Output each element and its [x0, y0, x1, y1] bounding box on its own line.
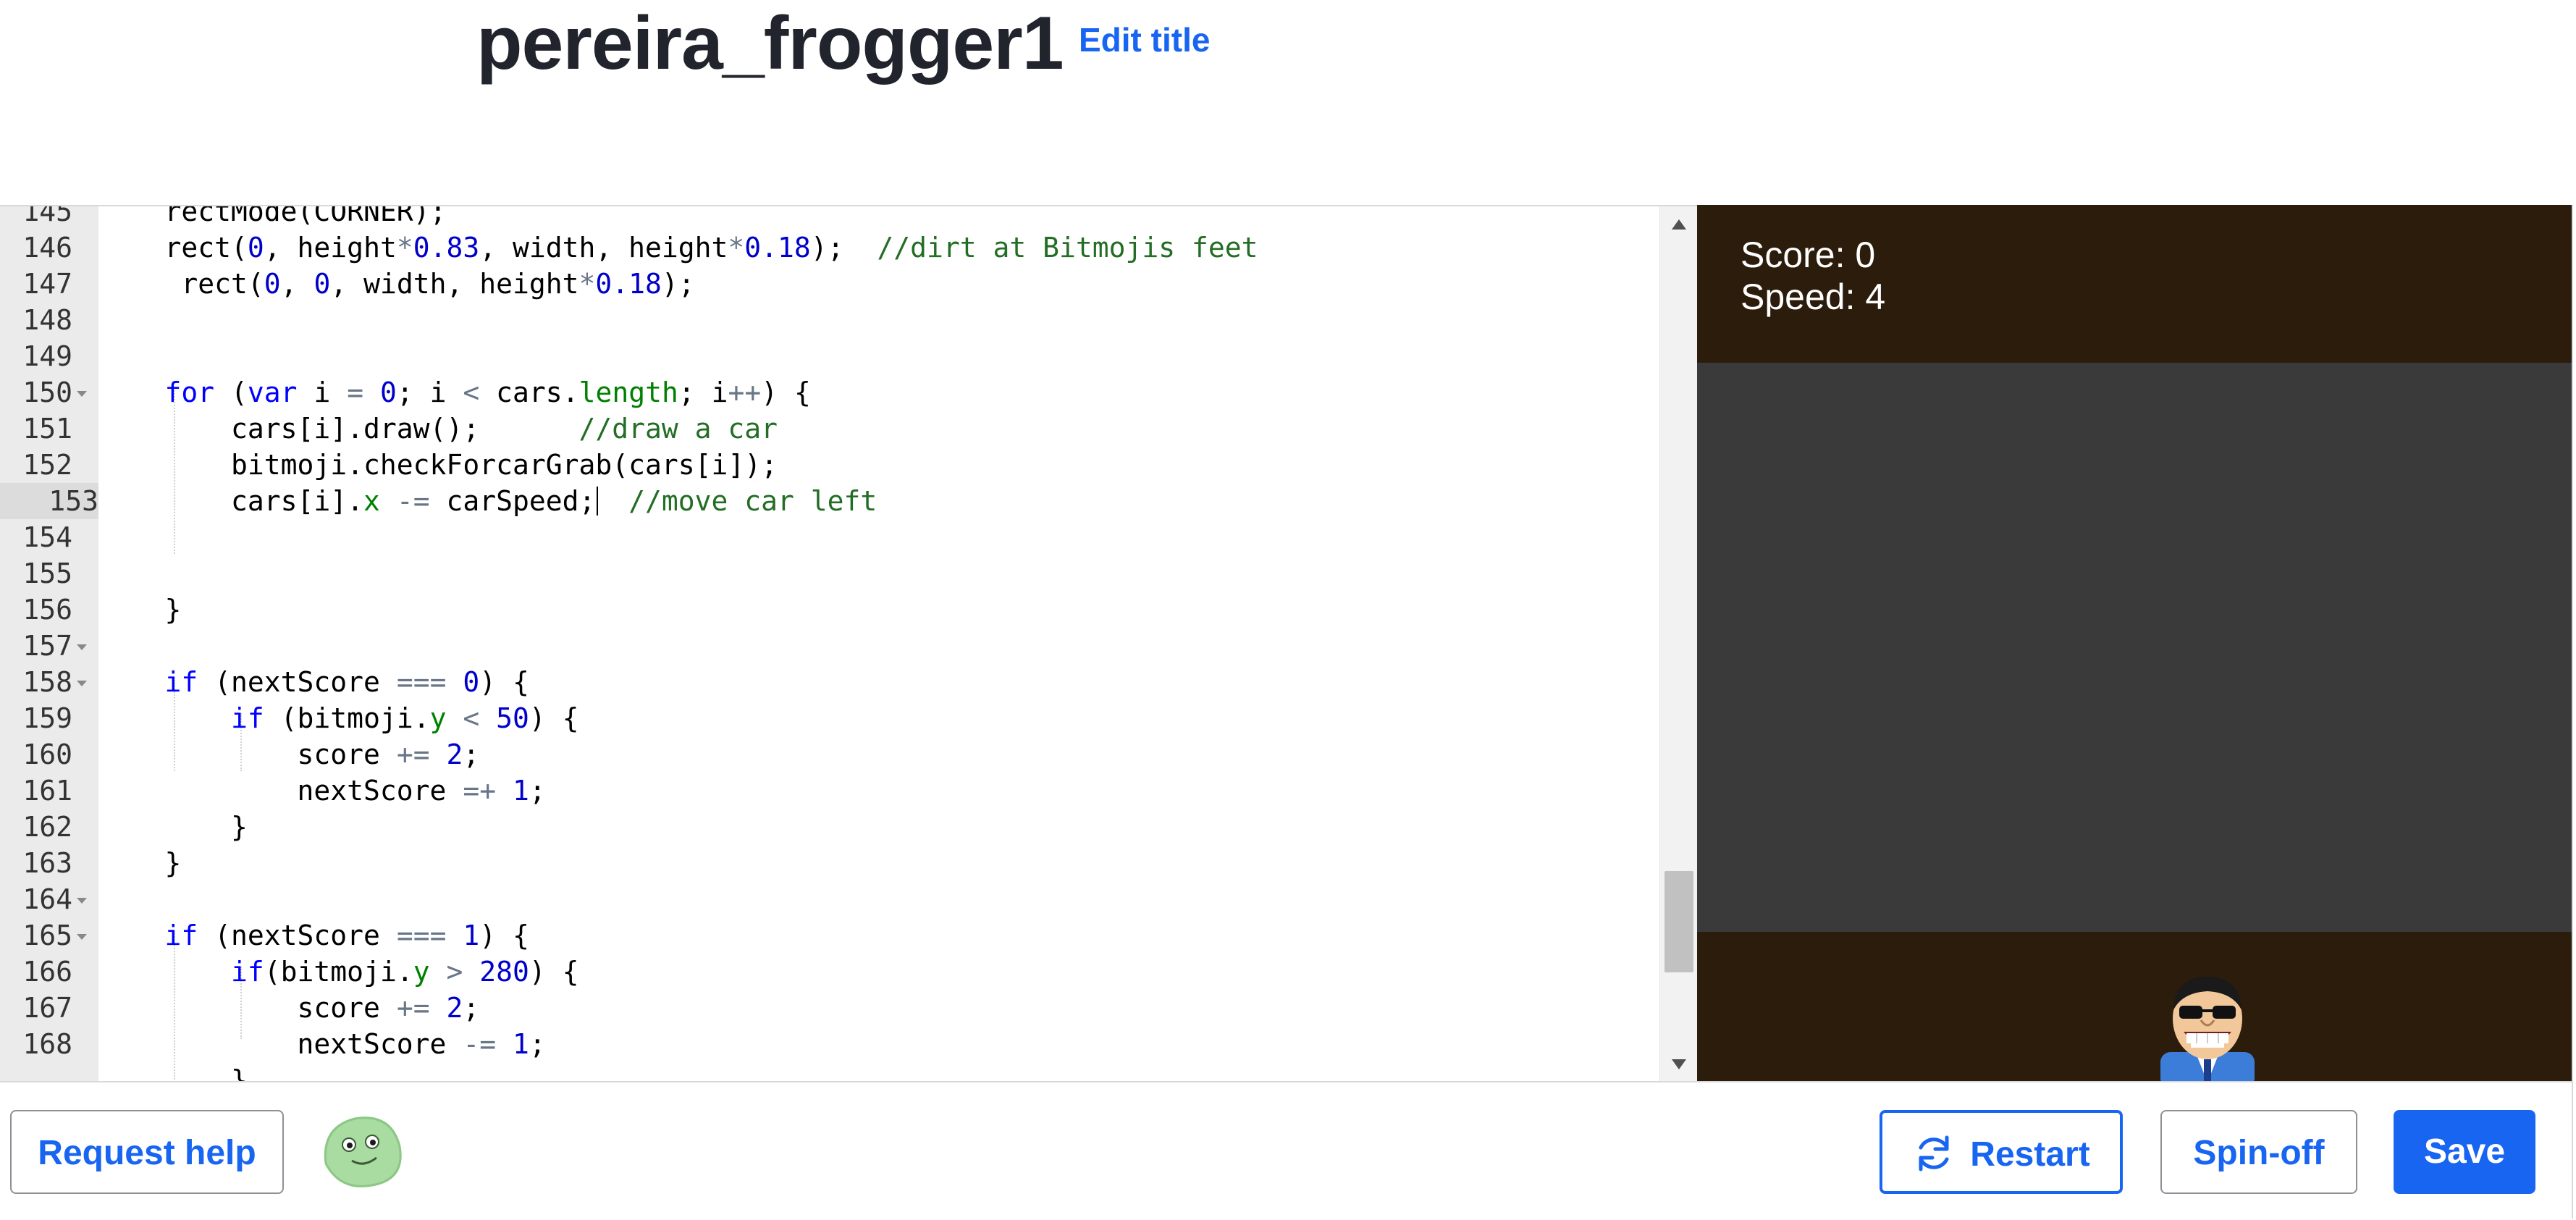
code-line: rectMode(CORNER); — [98, 206, 447, 227]
road-area — [1697, 363, 2572, 932]
code-line: if (nextScore === 1) { — [164, 920, 529, 951]
line-number: 148 — [22, 304, 72, 336]
bitmoji-character-icon — [2160, 977, 2255, 1081]
speed-text: Speed: 4 — [1741, 277, 1886, 317]
line-number: 147 — [22, 268, 72, 300]
code-line: nextScore =+ 1; — [98, 775, 546, 807]
page-title: pereira_frogger1 — [476, 1, 1064, 85]
line-number: 145 — [22, 206, 72, 227]
line-number: 162 — [22, 811, 72, 843]
code-line: score += 2; — [98, 739, 480, 770]
restart-button[interactable]: Restart — [1880, 1110, 2123, 1194]
text-cursor — [597, 487, 598, 516]
fold-toggle-icon[interactable] — [77, 898, 87, 904]
line-number: 167 — [22, 992, 72, 1024]
code-line: if(bitmoji.y > 280) { — [231, 956, 579, 988]
line-number: 166 — [22, 956, 72, 988]
bottom-dirt-strip — [1697, 932, 2572, 1081]
code-line: rect(0, height*0.83, width, height*0.18)… — [98, 232, 1258, 264]
refresh-icon — [1919, 1135, 1949, 1171]
code-line: for (var i = 0; i < cars.length; i++) { — [164, 376, 811, 408]
line-number: 161 — [22, 775, 72, 807]
fold-toggle-icon[interactable] — [77, 644, 87, 650]
scroll-down-icon[interactable] — [1672, 1059, 1686, 1069]
line-number: 159 — [22, 702, 72, 734]
line-number: 158 — [22, 666, 72, 698]
game-canvas[interactable]: Score: 0 Speed: 4 — [1697, 205, 2572, 1081]
scrollbar-thumb[interactable] — [1664, 871, 1693, 972]
line-number: 152 — [22, 449, 72, 481]
line-number: 163 — [22, 847, 72, 879]
line-number: 156 — [22, 594, 72, 626]
save-button[interactable]: Save — [2394, 1110, 2535, 1194]
line-number-gutter: 145 146 147 148 149 150 151 152 153 154 … — [0, 206, 98, 1082]
line-number: 165 — [22, 920, 72, 951]
code-line: } — [98, 594, 182, 626]
code-line-active: cars[i].x -= carSpeed; //move car left — [98, 485, 877, 517]
fold-toggle-icon[interactable] — [77, 681, 87, 686]
fold-toggle-icon[interactable] — [77, 391, 87, 397]
code-line: if (bitmoji.y < 50) { — [231, 702, 579, 734]
code-line: } — [98, 811, 248, 843]
code-editor[interactable]: 145 146 147 148 149 150 151 152 153 154 … — [0, 205, 1697, 1082]
line-number: 157 — [22, 630, 72, 662]
line-number: 151 — [22, 413, 72, 445]
fold-toggle-icon[interactable] — [77, 934, 87, 940]
request-help-button[interactable]: Request help — [10, 1110, 284, 1194]
line-number: 150 — [22, 376, 72, 408]
edit-title-link[interactable]: Edit title — [1079, 16, 1210, 64]
line-number: 149 — [22, 340, 72, 372]
green-blob-avatar-icon[interactable] — [319, 1113, 404, 1191]
code-line: if (nextScore === 0) { — [164, 666, 529, 698]
code-line: rect(0, 0, width, height*0.18); — [98, 268, 695, 300]
scroll-up-icon[interactable] — [1672, 219, 1686, 230]
line-number: 146 — [22, 232, 72, 264]
editor-scrollbar[interactable] — [1659, 206, 1697, 1082]
restart-label: Restart — [1970, 1135, 2090, 1174]
line-number: 160 — [22, 739, 72, 770]
line-number-active: 153 — [0, 483, 98, 519]
score-text: Score: 0 — [1741, 235, 1876, 275]
line-number: 155 — [22, 558, 72, 589]
code-line: bitmoji.checkForcarGrab(cars[i]); — [98, 449, 778, 481]
code-line: nextScore -= 1; — [98, 1028, 546, 1060]
line-number: 154 — [22, 521, 72, 553]
spin-off-button[interactable]: Spin-off — [2160, 1110, 2357, 1194]
code-line: score += 2; — [98, 992, 480, 1024]
code-line: } — [98, 847, 182, 879]
code-area[interactable]: rectMode(CORNER); rect(0, height*0.83, w… — [98, 206, 1659, 1082]
panel-border — [2572, 205, 2573, 1219]
footer-toolbar: Request help Restart Spin-off Save — [0, 1081, 2572, 1220]
code-line: cars[i].draw(); //draw a car — [98, 413, 778, 445]
line-number: 168 — [22, 1028, 72, 1060]
code-line: } — [98, 1064, 248, 1082]
line-number: 164 — [22, 883, 72, 915]
